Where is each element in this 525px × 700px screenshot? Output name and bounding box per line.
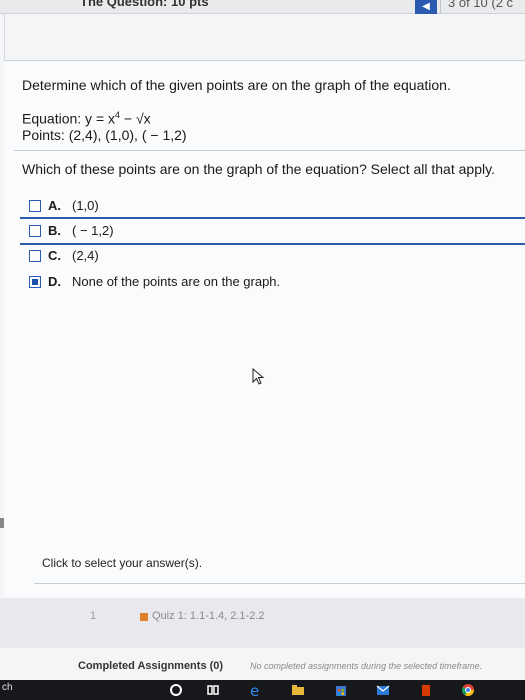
- option-c-letter: C.: [48, 248, 61, 263]
- option-b-highlight-bottom: [20, 243, 525, 245]
- option-d-text: None of the points are on the graph.: [72, 274, 281, 289]
- taskbar-search-label[interactable]: ch: [2, 682, 13, 693]
- answer-prompt: Which of these points are on the graph o…: [22, 161, 495, 177]
- task-view-icon[interactable]: [205, 682, 221, 698]
- option-d[interactable]: D. None of the points are on the graph.: [24, 272, 524, 292]
- option-c-text: (2,4): [72, 248, 99, 263]
- question-divider: [14, 150, 525, 151]
- points-list: Points: (2,4), (1,0), ( − 1,2): [22, 127, 187, 143]
- option-a-letter: A.: [48, 198, 61, 213]
- mouse-cursor-icon: [252, 368, 265, 385]
- chrome-icon[interactable]: [460, 682, 476, 698]
- svg-text:e: e: [250, 682, 259, 698]
- mail-icon[interactable]: [375, 682, 391, 698]
- footer-divider: [34, 583, 525, 584]
- previous-question-button[interactable]: ◀: [415, 0, 437, 14]
- question-counter: 3 of 10 (2 c: [448, 0, 514, 10]
- completed-assignments-heading[interactable]: Completed Assignments (0): [78, 660, 223, 672]
- option-b-letter: B.: [48, 223, 61, 238]
- store-icon[interactable]: [333, 682, 349, 698]
- question-instruction: Determine which of the given points are …: [22, 77, 451, 93]
- taskbar: ch e: [0, 680, 525, 700]
- equation-tail: − √x: [120, 110, 151, 127]
- option-a[interactable]: A. (1,0): [24, 196, 524, 216]
- card-top-divider: [4, 60, 525, 61]
- completed-assignments-note: No completed assignments during the sele…: [250, 661, 483, 671]
- option-d-letter: D.: [48, 274, 61, 289]
- screen: The Question: 10 pts ◀ 3 of 10 (2 c Dete…: [0, 0, 525, 680]
- quiz-number: 1: [90, 610, 97, 622]
- quiz-link[interactable]: Quiz 1: 1.1-1.4, 2.1-2.2: [152, 610, 265, 622]
- side-panel-handle[interactable]: [0, 518, 4, 528]
- option-a-checkbox[interactable]: [29, 200, 41, 212]
- option-d-checkbox[interactable]: [29, 276, 41, 288]
- question-title: The Question: 10 pts: [80, 0, 209, 9]
- option-c[interactable]: C. (2,4): [24, 246, 524, 266]
- file-explorer-icon[interactable]: [290, 682, 306, 698]
- option-c-checkbox[interactable]: [29, 250, 41, 262]
- top-bar: The Question: 10 pts ◀ 3 of 10 (2 c: [0, 0, 525, 14]
- office-icon[interactable]: [418, 682, 434, 698]
- assignments-panel: [0, 598, 525, 648]
- option-b[interactable]: B. ( − 1,2): [24, 221, 524, 241]
- option-a-text: (1,0): [72, 198, 99, 213]
- option-b-checkbox[interactable]: [29, 225, 41, 237]
- edge-browser-icon[interactable]: e: [248, 682, 264, 698]
- option-b-text: ( − 1,2): [72, 223, 114, 238]
- quiz-status-icon: [140, 613, 148, 621]
- equation-label: Equation: y = x: [22, 110, 116, 127]
- equation: Equation: y = x4 − √x: [22, 110, 151, 127]
- cortana-icon[interactable]: [168, 682, 184, 698]
- option-b-highlight-top: [20, 217, 525, 219]
- footer-instruction: Click to select your answer(s).: [42, 556, 203, 570]
